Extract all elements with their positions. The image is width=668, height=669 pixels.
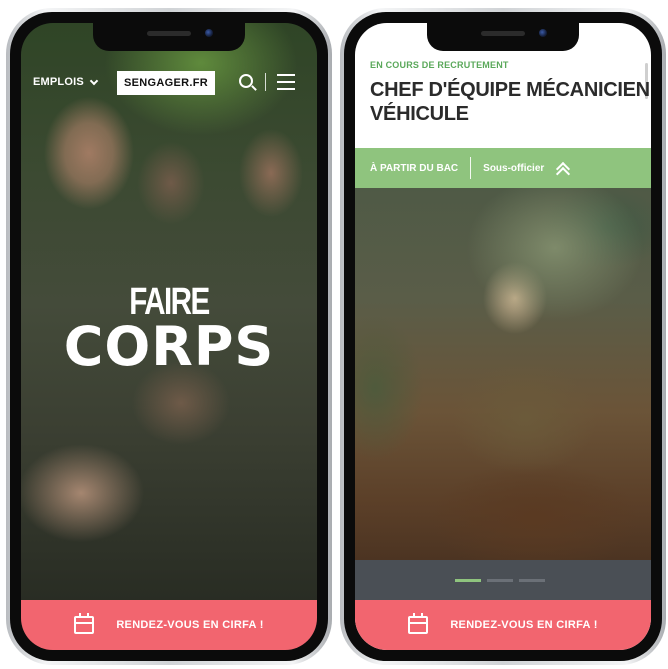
carousel-dot-3[interactable]: [519, 579, 545, 582]
phone-bezel-right: EN COURS DE RECRUTEMENT CHEF D'ÉQUIPE MÉ…: [344, 12, 662, 661]
cirfa-appointment-button[interactable]: RENDEZ-VOUS EN CIRFA !: [21, 600, 317, 650]
calendar-icon: [408, 613, 429, 634]
band-divider: [470, 157, 472, 179]
phone-frame-right: EN COURS DE RECRUTEMENT CHEF D'ÉQUIPE MÉ…: [340, 8, 666, 665]
top-navigation: EMPLOIS SENGAGER.FR: [21, 71, 317, 97]
education-level: À PARTIR DU BAC: [370, 162, 459, 174]
cirfa-appointment-button[interactable]: RENDEZ-VOUS EN CIRFA !: [355, 600, 651, 650]
calendar-icon: [74, 613, 95, 634]
site-logo[interactable]: SENGAGER.FR: [117, 71, 215, 95]
cta-label: RENDEZ-VOUS EN CIRFA !: [450, 619, 598, 631]
speaker-grille: [481, 31, 525, 36]
emplois-label: EMPLOIS: [33, 76, 84, 88]
speaker-grille: [147, 31, 191, 36]
nav-divider: [265, 73, 266, 91]
job-title-line1: CHEF D'ÉQUIPE MÉCANICIEN: [370, 79, 650, 101]
carousel-dot-1[interactable]: [455, 579, 481, 582]
front-camera: [539, 29, 547, 37]
front-camera: [205, 29, 213, 37]
search-icon[interactable]: [239, 74, 253, 88]
rank-label: Sous-officier: [483, 162, 545, 174]
job-title: CHEF D'ÉQUIPE MÉCANICIEN VÉHICULE: [370, 78, 650, 126]
notch-right: [427, 23, 579, 51]
screen-right: EN COURS DE RECRUTEMENT CHEF D'ÉQUIPE MÉ…: [355, 23, 651, 650]
recruitment-status: EN COURS DE RECRUTEMENT: [370, 60, 509, 70]
job-title-line2: VÉHICULE: [370, 103, 469, 125]
job-photo-mechanic: [355, 188, 651, 560]
hamburger-icon[interactable]: [277, 74, 295, 90]
hero-title-line2: CORPS: [63, 315, 275, 378]
carousel-dot-2[interactable]: [487, 579, 513, 582]
emplois-menu-button[interactable]: EMPLOIS: [33, 76, 99, 88]
chevron-down-icon: [89, 76, 99, 85]
notch-left: [93, 23, 245, 51]
phone-bezel-left: EMPLOIS SENGAGER.FR FAIRE CORPS RENDEZ-V…: [10, 12, 328, 661]
phone-frame-left: EMPLOIS SENGAGER.FR FAIRE CORPS RENDEZ-V…: [6, 8, 332, 665]
screen-left: EMPLOIS SENGAGER.FR FAIRE CORPS RENDEZ-V…: [21, 23, 317, 650]
job-info-band: À PARTIR DU BAC Sous-officier: [355, 148, 651, 188]
rank-chevrons-icon: [554, 161, 572, 182]
cta-label: RENDEZ-VOUS EN CIRFA !: [116, 619, 264, 631]
